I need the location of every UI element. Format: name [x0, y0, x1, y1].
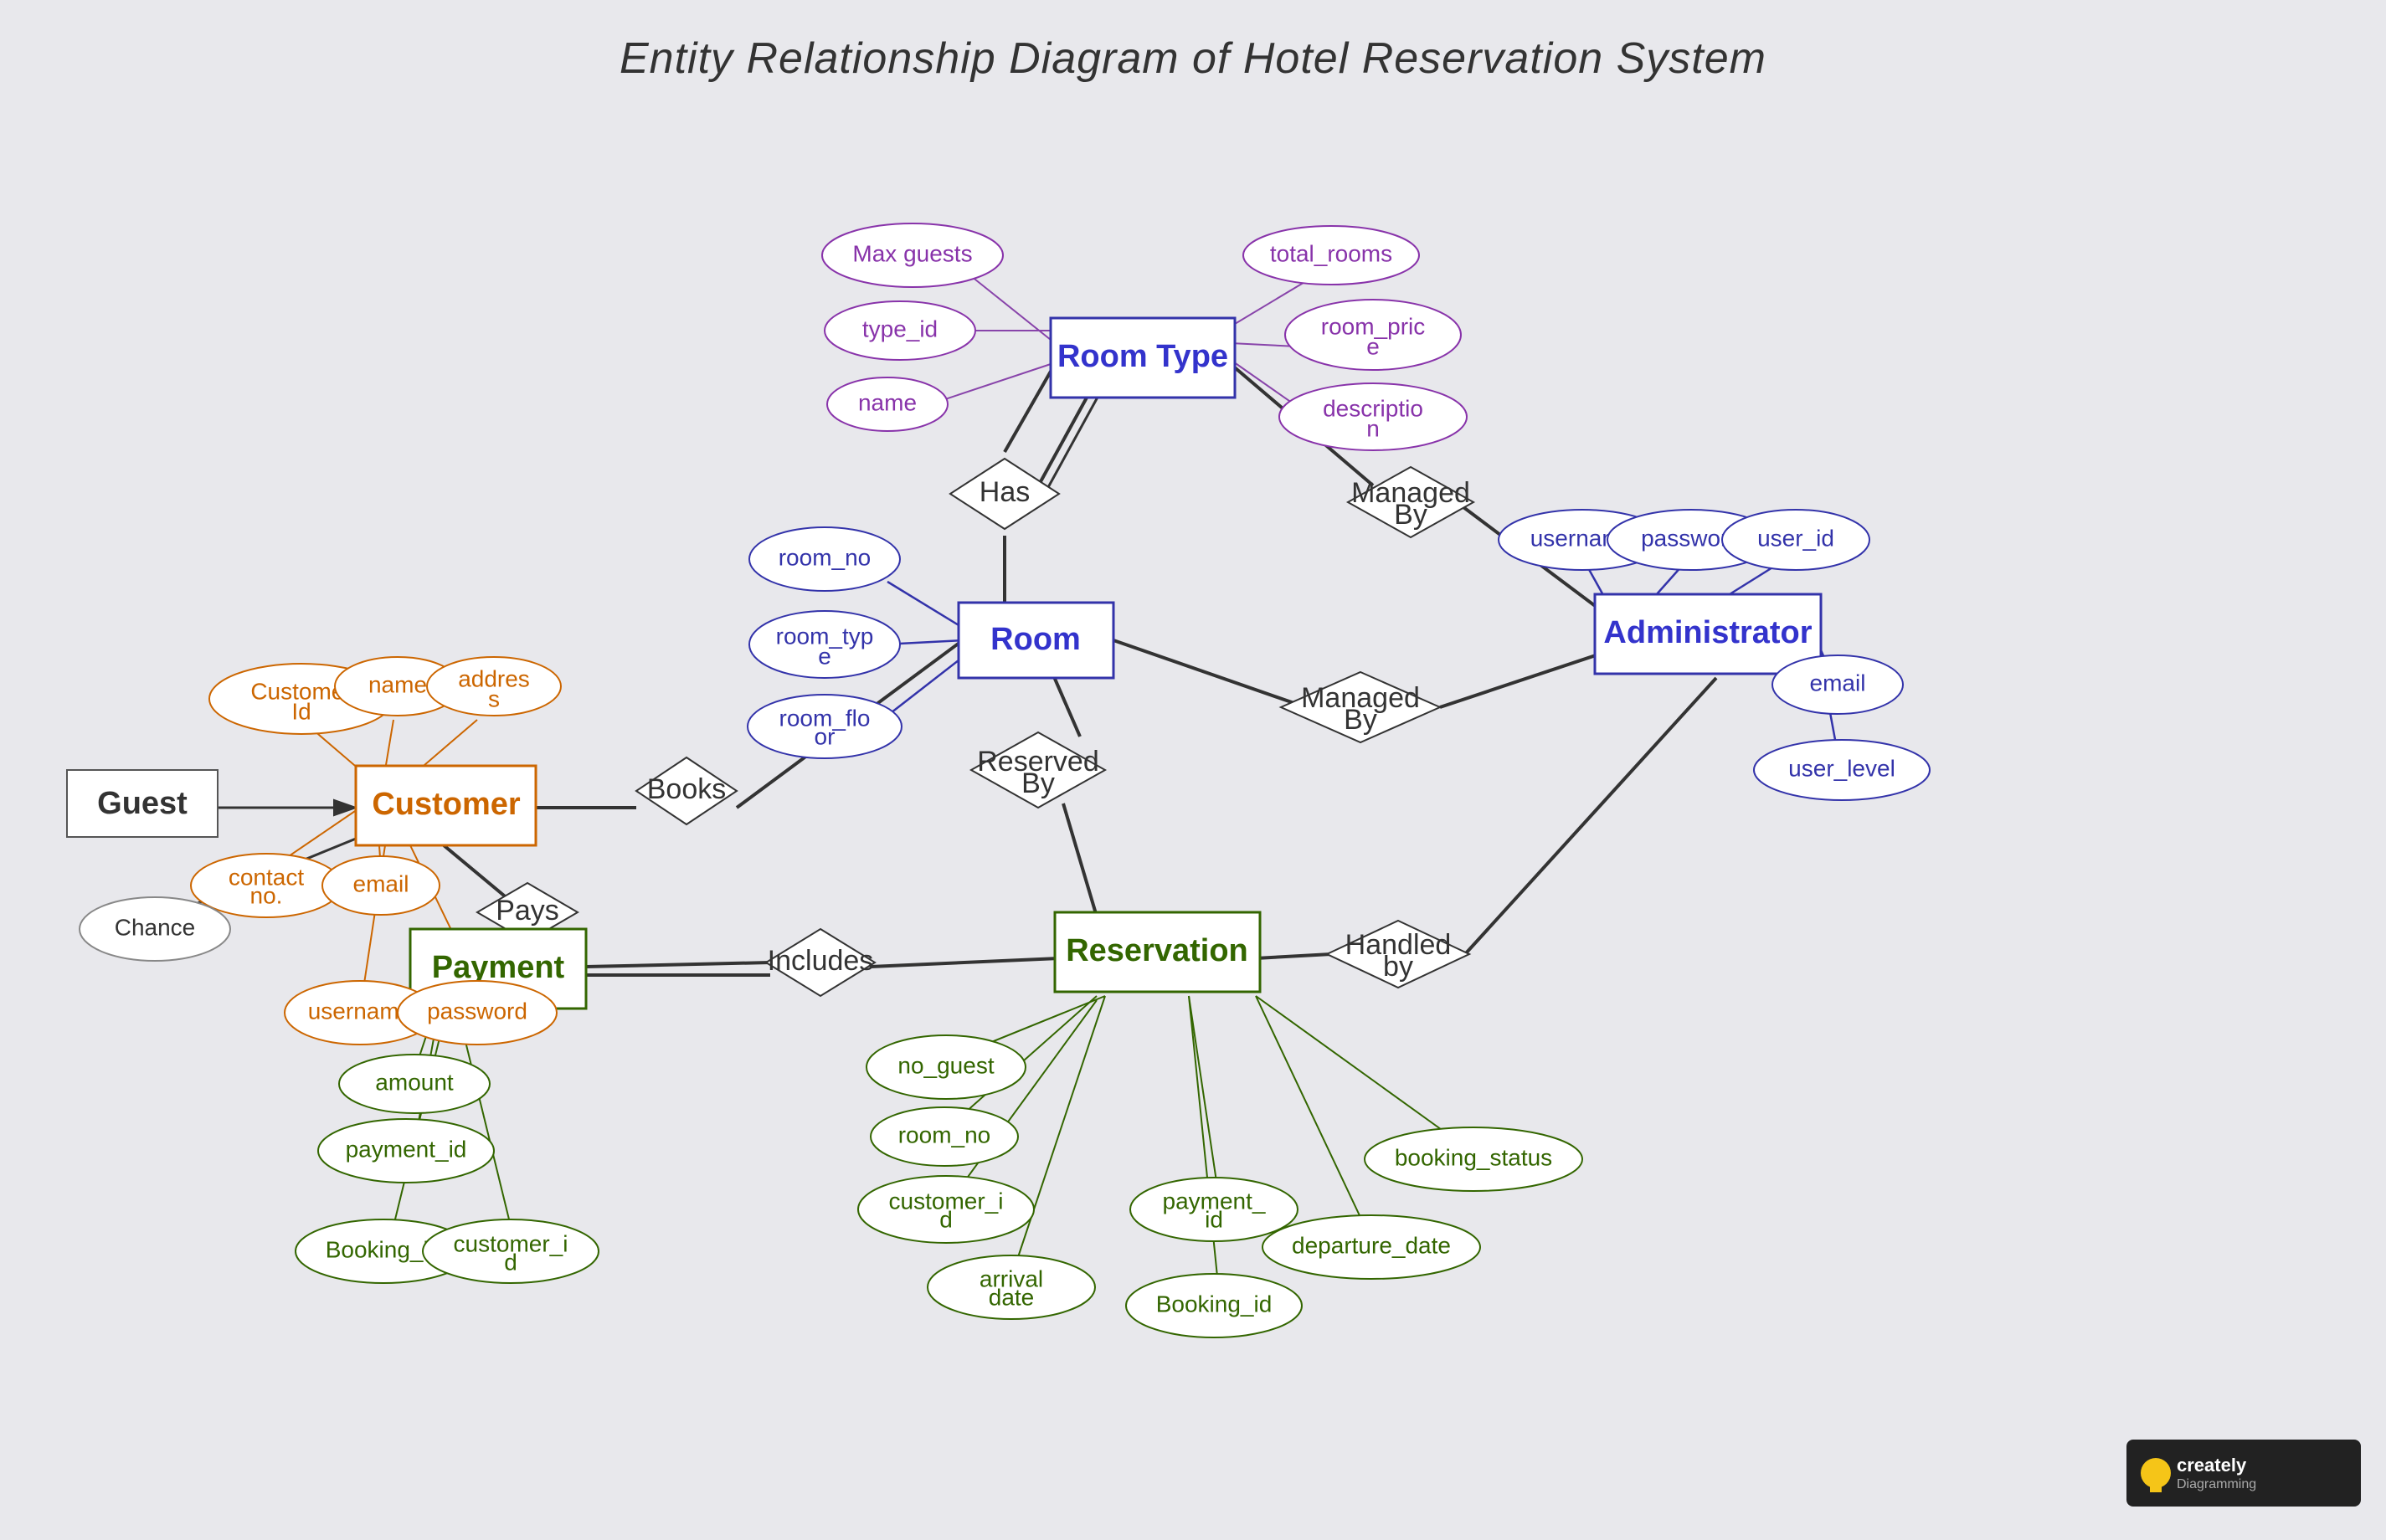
room-floor-text2: or [815, 723, 836, 749]
admin-userlevel-text: user_level [1788, 755, 1895, 781]
rt-name-text: name [858, 389, 917, 415]
includes-reservation-line [871, 958, 1059, 967]
payment-includes-line [586, 963, 770, 967]
rt-description-text2: n [1366, 415, 1380, 441]
room-type-text2: e [818, 643, 831, 669]
customer-id-text2: Id [291, 698, 311, 724]
customer-address-text2: s [488, 685, 500, 711]
res-customerid-text2: d [939, 1206, 953, 1232]
chance-text: Chance [115, 914, 196, 940]
room-no-text: room_no [779, 544, 872, 570]
res-arrivaldate-text2: date [989, 1284, 1035, 1310]
customer-username-text: username [308, 998, 413, 1024]
payment-amount-text: amount [375, 1069, 454, 1095]
has-label: Has [980, 476, 1030, 508]
payment-customerid-text2: d [504, 1249, 517, 1275]
watermark-bulb [2141, 1458, 2171, 1488]
attr-line [1189, 996, 1218, 1193]
pays-label: Pays [496, 895, 559, 927]
administrator-label: Administrator [1603, 615, 1812, 650]
handledby-admin-line [1465, 678, 1716, 954]
room-label: Room [990, 622, 1081, 657]
attr-line [419, 720, 477, 770]
reservedby-reservation-line [1063, 803, 1097, 916]
guest-label: Guest [97, 786, 188, 821]
attr-line [385, 720, 393, 770]
rt-totalrooms-text: total_rooms [1270, 240, 1392, 266]
admin-userid-text: user_id [1757, 525, 1834, 551]
managedby-upper-label2: By [1394, 499, 1427, 531]
attr-line [971, 276, 1055, 343]
attr-line [887, 582, 963, 628]
payment-id-text: payment_id [346, 1136, 467, 1162]
payment-label: Payment [432, 950, 565, 985]
watermark-subtext: Diagramming [2177, 1477, 2256, 1491]
customer-password-text: password [427, 998, 527, 1024]
rt-typeid-text: type_id [862, 316, 938, 341]
managedby-lower-label2: By [1344, 704, 1377, 736]
books-label: Books [647, 773, 727, 805]
res-departuredate-text: departure_date [1292, 1232, 1451, 1258]
includes-label: Includes [768, 945, 874, 977]
room-managedby-line [1113, 640, 1306, 707]
handledby-label2: by [1383, 951, 1413, 983]
res-noguest-text: no_guest [897, 1052, 994, 1078]
attr-line [950, 1000, 1097, 1201]
res-bookingstatus-text: booking_status [1395, 1144, 1552, 1170]
res-roomno-text: room_no [898, 1122, 991, 1147]
customer-contact-text2: no. [250, 882, 283, 908]
res-bookingid-text: Booking_id [1156, 1291, 1273, 1317]
watermark-text: creately [2177, 1455, 2247, 1476]
reservation-label: Reservation [1066, 933, 1248, 968]
er-diagram-svg: Books Pays Includes Has Reserved By Mana… [0, 0, 2386, 1540]
attr-line [460, 1021, 511, 1226]
rt-maxguests-text: Max guests [852, 240, 972, 266]
customer-name-text: name [368, 671, 427, 697]
managedby-admin-line [1440, 653, 1603, 707]
roomtype-label: Room Type [1057, 339, 1228, 374]
watermark-bulb-base [2150, 1486, 2162, 1492]
reservation-handledby-line [1256, 954, 1331, 958]
rt-roomprice-text2: e [1366, 333, 1380, 359]
res-paymentid-text2: id [1205, 1206, 1223, 1232]
customer-label: Customer [372, 787, 521, 822]
customer-email-text: email [353, 870, 409, 896]
reservedby-label2: By [1021, 767, 1055, 799]
diagram-container: Entity Relationship Diagram of Hotel Res… [0, 0, 2386, 1540]
admin-email-text: email [1810, 670, 1866, 696]
attr-line [1256, 996, 1465, 1147]
